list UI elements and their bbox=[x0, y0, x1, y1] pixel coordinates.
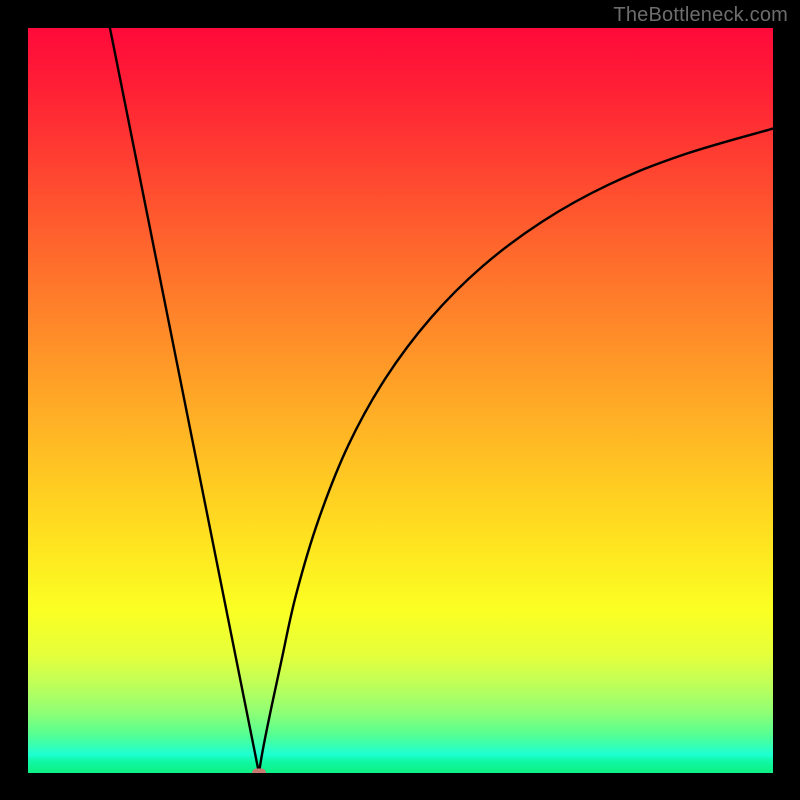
watermark-text: TheBottleneck.com bbox=[613, 4, 788, 27]
minimum-marker bbox=[252, 769, 266, 774]
bottleneck-curve bbox=[110, 28, 773, 773]
chart-root: TheBottleneck.com bbox=[0, 0, 800, 800]
curve-svg bbox=[28, 28, 773, 773]
plot-area bbox=[28, 28, 773, 773]
